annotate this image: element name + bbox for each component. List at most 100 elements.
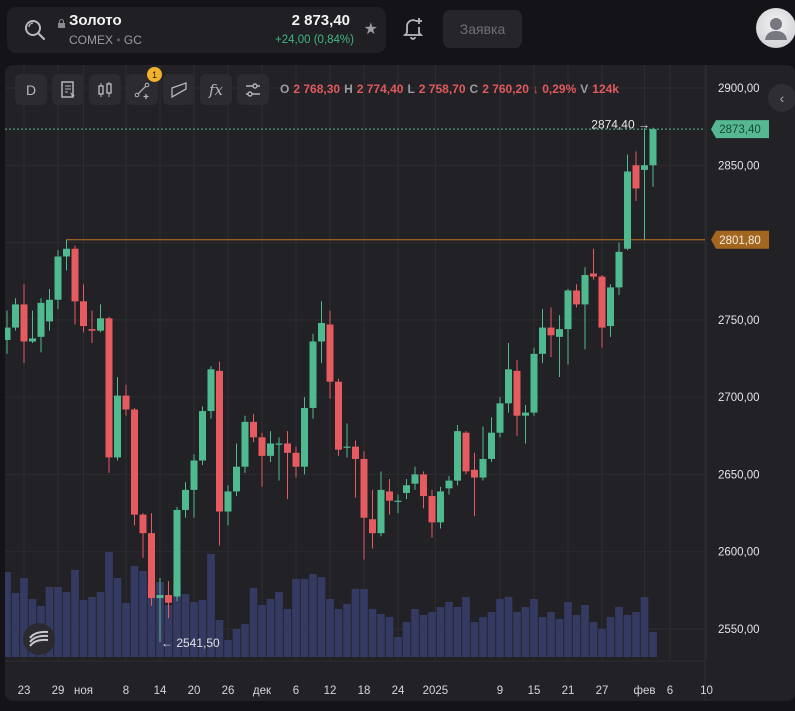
- chart-panel[interactable]: 2874,40 →← 2541,502900,002850,002800,002…: [5, 65, 795, 701]
- x-tick-label: 23: [18, 685, 31, 697]
- candles-icon: [98, 81, 112, 97]
- candle-up: [377, 489, 385, 534]
- volume-bar: [96, 592, 105, 657]
- volume-bar: [445, 602, 453, 657]
- volume-bar: [385, 617, 394, 657]
- candle-down: [105, 318, 113, 458]
- indicators-button[interactable]: fx: [200, 74, 232, 105]
- open-value: 2 768,30: [293, 82, 341, 96]
- y-tick-label: 2700,00: [718, 392, 760, 404]
- candle-up: [530, 353, 538, 413]
- favorite-star-icon[interactable]: ★: [364, 19, 378, 39]
- volume-bar: [615, 607, 623, 657]
- candle-up: [173, 509, 181, 597]
- volume-bar: [581, 605, 589, 657]
- volume-bar: [130, 566, 139, 657]
- candle-up: [556, 329, 563, 337]
- volume-bar: [360, 589, 368, 657]
- volume-bar: [377, 614, 385, 657]
- volume-bar: [309, 574, 317, 657]
- candle-down: [462, 432, 470, 472]
- candle-up: [505, 369, 512, 404]
- volume-bar: [623, 615, 632, 657]
- candle-up: [267, 443, 274, 456]
- volume-bar: [292, 579, 300, 657]
- high-label: H: [344, 82, 353, 96]
- candle-down: [139, 514, 147, 534]
- y-tick-label: 2600,00: [718, 547, 760, 559]
- channel-tool-button[interactable]: [163, 74, 195, 105]
- volume-bar: [479, 617, 487, 657]
- candle-up: [199, 411, 206, 461]
- collapse-panel-button[interactable]: ‹: [768, 84, 795, 112]
- price-chart[interactable]: 2874,40 →← 2541,502900,002850,002800,002…: [5, 65, 795, 701]
- low-label: L: [407, 82, 415, 96]
- chart-type-button[interactable]: [89, 74, 121, 105]
- settings-button[interactable]: [237, 74, 269, 105]
- volume-bar: [351, 589, 360, 657]
- candle-up: [233, 466, 240, 492]
- candle-up: [479, 458, 487, 478]
- instrument-card[interactable]: Золото COMEX • GC 2 873,40 +24,00 (0,84%…: [7, 7, 386, 53]
- x-tick-label: 9: [497, 685, 503, 697]
- candle-up: [241, 421, 249, 467]
- x-tick-label: 14: [154, 685, 167, 697]
- candle-up: [394, 500, 402, 502]
- ohlc-legend: O2 768,30 H2 774,40 L2 758,70 C2 760,20 …: [280, 82, 619, 96]
- volume-bar: [572, 615, 581, 657]
- candle-up: [539, 327, 546, 354]
- volume-bar: [487, 612, 496, 657]
- add-alert-bell-icon[interactable]: [402, 16, 424, 40]
- high-marker: 2874,40 →: [591, 118, 650, 132]
- volume-bar: [470, 622, 479, 657]
- volume-bar: [122, 603, 130, 657]
- separator: •: [116, 33, 121, 47]
- drawing-tools-button[interactable]: 1: [126, 67, 162, 105]
- y-tick-label: 2650,00: [718, 469, 760, 481]
- candle-down: [386, 491, 393, 501]
- order-button[interactable]: Заявка: [443, 10, 522, 48]
- candle-up: [114, 395, 121, 458]
- x-tick-label: 27: [596, 685, 609, 697]
- candle-up: [63, 248, 70, 257]
- user-avatar[interactable]: [756, 8, 795, 48]
- open-label: O: [280, 82, 290, 96]
- volume-bar: [504, 597, 513, 657]
- candle-down: [598, 276, 606, 328]
- candle-down: [547, 327, 555, 336]
- candle-up: [411, 474, 419, 484]
- candle-down: [122, 395, 130, 410]
- y-tick-label: 2900,00: [718, 83, 760, 95]
- volume-bar: [317, 577, 326, 657]
- candle-down: [352, 446, 359, 459]
- candle-down: [20, 304, 28, 342]
- indicator-template-button[interactable]: [52, 74, 84, 105]
- volume-bar: [258, 605, 266, 657]
- interval-button[interactable]: D: [15, 74, 47, 105]
- last-price: 2 873,40: [291, 12, 350, 29]
- candle-down: [335, 381, 342, 450]
- volume-bar: [71, 570, 79, 657]
- candle-down: [131, 409, 138, 515]
- candle-down: [360, 458, 368, 518]
- volume-bar: [249, 588, 258, 657]
- candle-up: [275, 443, 283, 445]
- x-tick-label: 6: [293, 685, 299, 697]
- y-tick-label: 2850,00: [718, 160, 760, 172]
- candle-down: [88, 329, 96, 331]
- volume-bar: [62, 592, 71, 657]
- volume-bar: [513, 612, 521, 657]
- interval-label: D: [25, 81, 37, 98]
- search-icon[interactable]: [23, 18, 47, 42]
- volume-bar: [462, 597, 470, 657]
- volume-bar: [368, 609, 377, 657]
- candle-up: [454, 431, 461, 481]
- candle-up: [403, 485, 410, 493]
- chevron-left-icon: ‹: [779, 90, 785, 106]
- sliders-icon: [246, 82, 260, 97]
- lock-icon: [58, 19, 65, 28]
- price-change: +24,00 (0,84%): [275, 34, 354, 46]
- candle-down: [632, 165, 640, 189]
- x-tick-label: 21: [562, 685, 575, 697]
- candle-up: [37, 302, 45, 337]
